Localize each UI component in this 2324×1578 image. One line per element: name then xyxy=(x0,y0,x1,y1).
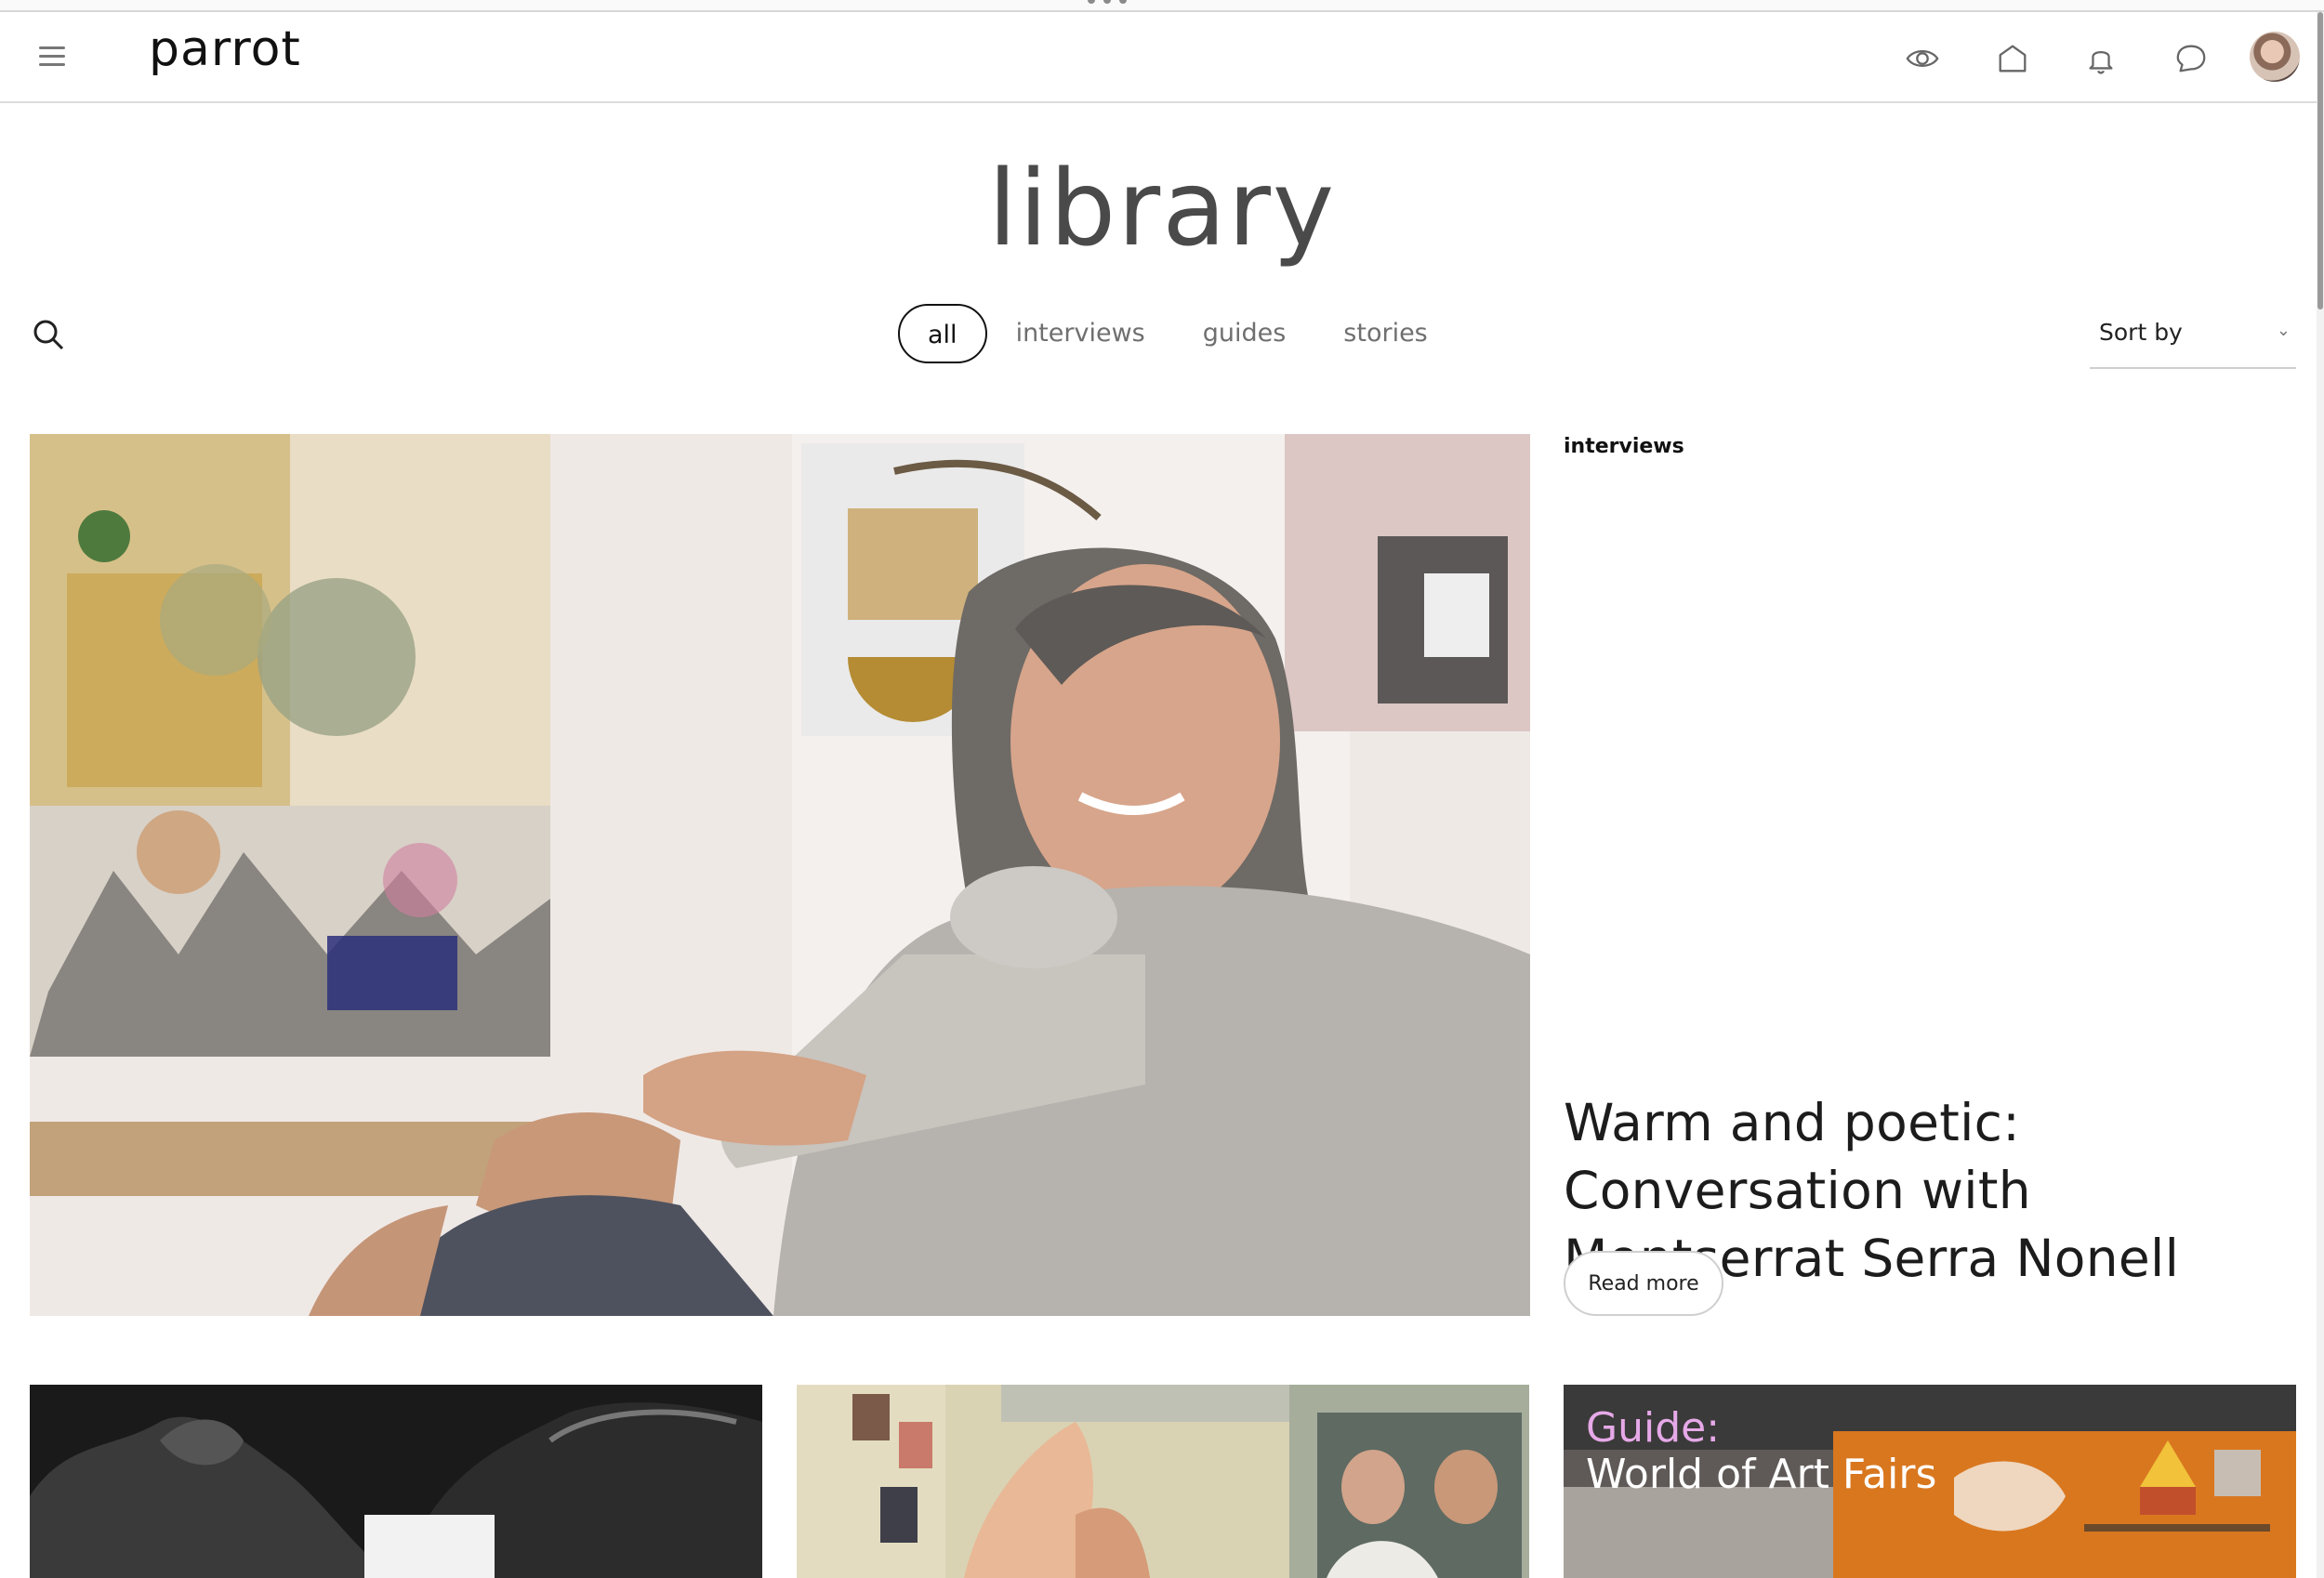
article-card-photo[interactable] xyxy=(30,1385,762,1578)
window-handle[interactable] xyxy=(1088,0,1143,4)
chevron-down-icon: ⌄ xyxy=(2276,321,2291,339)
hamburger-menu-icon[interactable] xyxy=(35,40,73,73)
search-icon[interactable] xyxy=(30,316,67,353)
guide-card-title: Guide: World of Art Fairs xyxy=(1586,1405,1936,1498)
read-more-button[interactable]: Read more xyxy=(1564,1251,1723,1316)
eye-icon[interactable] xyxy=(1900,36,1945,81)
filter-tabs: all interviews guides stories xyxy=(898,304,1457,363)
tab-interviews[interactable]: interviews xyxy=(987,304,1174,363)
bell-icon[interactable] xyxy=(2079,36,2123,81)
tab-all[interactable]: all xyxy=(898,304,987,363)
tab-guides[interactable]: guides xyxy=(1174,304,1315,363)
sort-label: Sort by xyxy=(2099,319,2183,346)
home-icon[interactable] xyxy=(1990,36,2035,81)
featured-article-image[interactable] xyxy=(30,434,1530,1316)
guide-card-name: World of Art Fairs xyxy=(1586,1451,1937,1498)
guide-card-prefix: Guide: xyxy=(1586,1404,1721,1452)
tab-stories[interactable]: stories xyxy=(1314,304,1456,363)
article-card-painting[interactable] xyxy=(797,1385,1529,1578)
featured-category[interactable]: interviews xyxy=(1564,435,1684,458)
user-avatar[interactable] xyxy=(2250,32,2300,82)
window-top-strip xyxy=(0,0,2324,12)
article-card-guide[interactable]: Guide: World of Art Fairs xyxy=(1564,1385,2296,1578)
site-logo[interactable]: parrot xyxy=(149,21,301,77)
top-navigation: parrot xyxy=(0,12,2317,103)
sort-dropdown[interactable]: Sort by ⌄ xyxy=(2090,309,2296,369)
page-title: library xyxy=(987,149,1337,270)
chat-icon[interactable] xyxy=(2169,36,2213,81)
